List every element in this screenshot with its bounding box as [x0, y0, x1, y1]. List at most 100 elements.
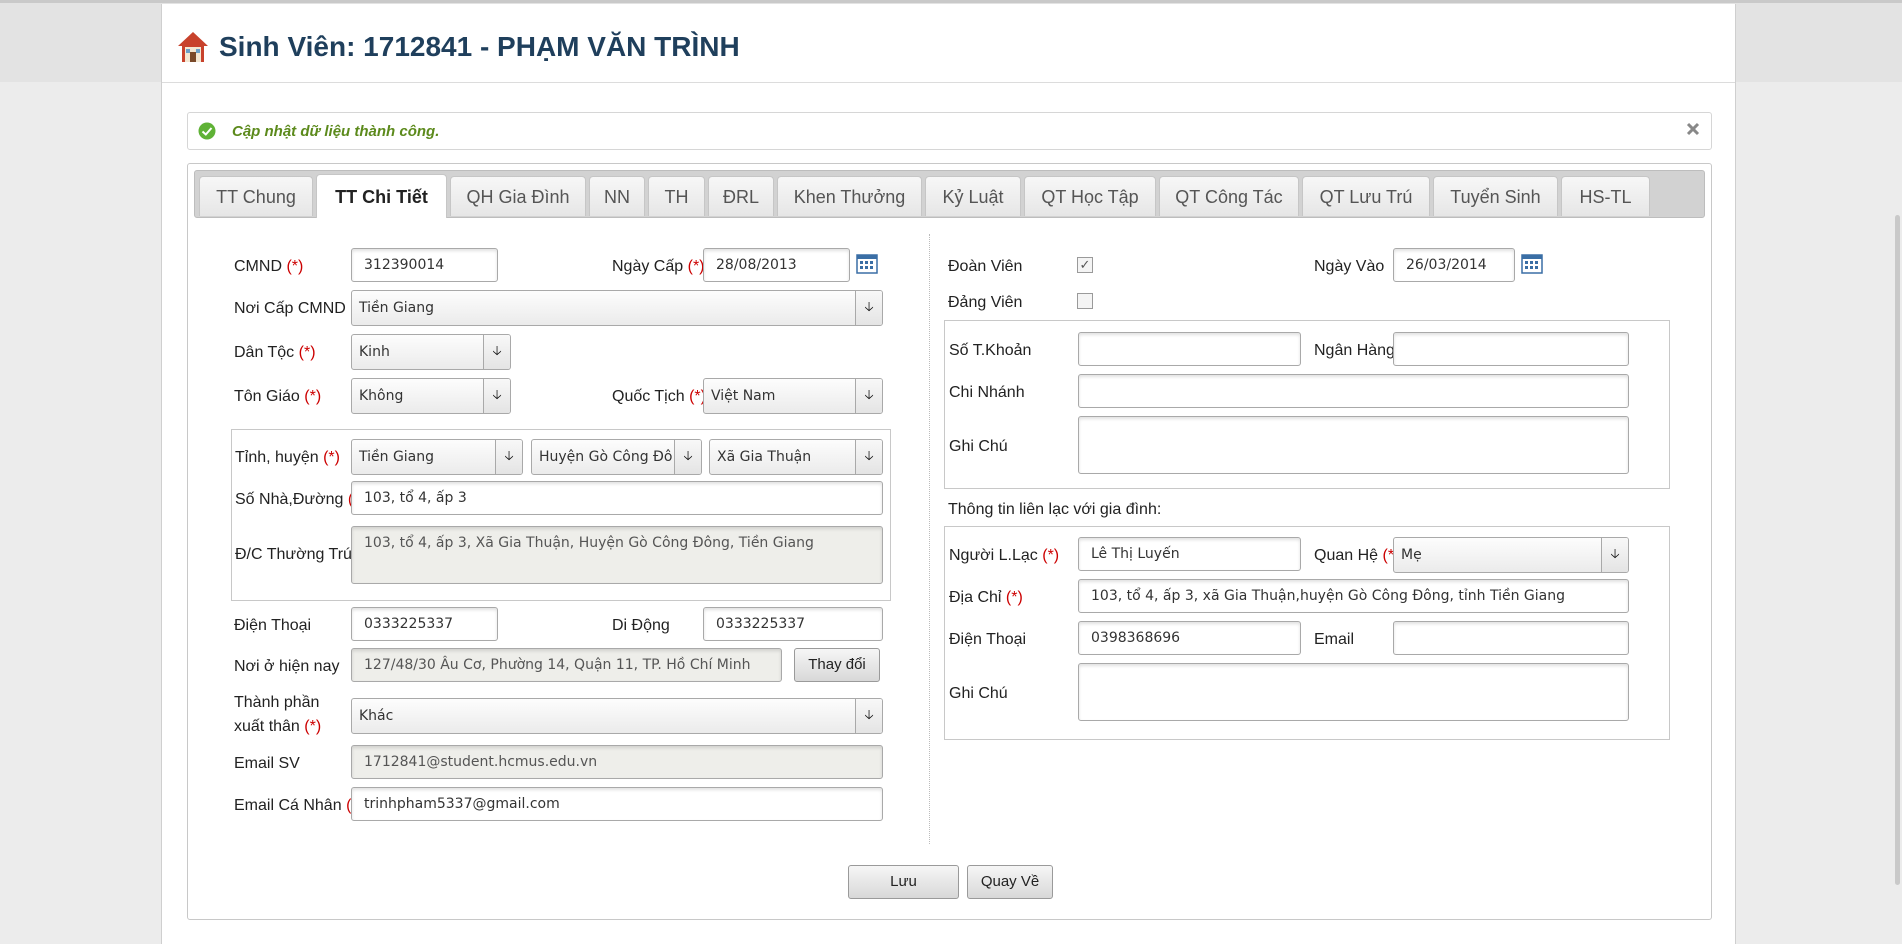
dropdown-arrow-icon: 🡣: [855, 440, 882, 474]
family-contact-heading: Thông tin liên lạc với gia đình:: [948, 501, 1162, 518]
tinh-select[interactable]: Tiền Giang 🡣: [351, 439, 523, 475]
noi-cap-label: Nơi Cấp CMND (*): [234, 300, 367, 317]
dropdown-arrow-icon: 🡣: [855, 699, 882, 733]
thanh-phan-label-line1: Thành phần: [234, 694, 320, 711]
page-header: Sinh Viên: 1712841 - PHẠM VĂN TRÌNH: [162, 4, 1735, 83]
dien-thoai-gd-input[interactable]: 0398368696: [1078, 621, 1301, 655]
ton-giao-label: Tôn Giáo (*): [234, 388, 322, 405]
dropdown-arrow-icon: 🡣: [483, 335, 510, 369]
ngay-cap-input[interactable]: 28/08/2013: [703, 248, 850, 282]
email-cn-label: Email Cá Nhân (*): [234, 797, 363, 814]
ghi-chu-textarea[interactable]: [1078, 416, 1629, 474]
tab-hs-tl[interactable]: HS-TL: [1561, 176, 1650, 216]
dia-chi-label: Địa Chỉ (*): [949, 589, 1023, 606]
dien-thoai-input[interactable]: 0333225337: [351, 607, 498, 641]
close-icon[interactable]: [1685, 121, 1701, 137]
di-dong-input[interactable]: 0333225337: [703, 607, 883, 641]
email-cn-input[interactable]: trinhpham5337@gmail.com: [351, 787, 883, 821]
back-button[interactable]: Quay Về: [967, 865, 1053, 899]
ngan-hang-label: Ngân Hàng: [1314, 342, 1395, 359]
dropdown-arrow-icon: 🡣: [483, 379, 510, 413]
doan-vien-checkbox[interactable]: ✓: [1077, 257, 1093, 273]
thanh-phan-label-line2: xuất thân (*): [234, 718, 322, 735]
nguoi-lien-lac-label: Người L.Lạc (*): [949, 547, 1060, 564]
alert-message: Cập nhật dữ liệu thành công.: [232, 123, 440, 140]
doan-vien-label: Đoàn Viên: [948, 258, 1023, 275]
dang-vien-label: Đảng Viên: [948, 294, 1023, 311]
page-title: Sinh Viên: 1712841 - PHẠM VĂN TRÌNH: [219, 31, 740, 62]
huyen-select[interactable]: Huyện Gò Công Đô 🡣: [531, 439, 702, 475]
so-tk-input[interactable]: [1078, 332, 1301, 366]
di-dong-label: Di Động: [612, 617, 670, 634]
ghi-chu-gd-label: Ghi Chú: [949, 685, 1008, 702]
dropdown-arrow-icon: 🡣: [674, 440, 701, 474]
tab-qh-gia-dinh[interactable]: QH Gia Đình: [450, 176, 586, 216]
dia-chi-input[interactable]: 103, tổ 4, ấp 3, xã Gia Thuận,huyện Gò C…: [1078, 579, 1629, 613]
dien-thoai-label: Điện Thoại: [234, 617, 312, 634]
dropdown-arrow-icon: 🡣: [855, 291, 882, 325]
so-nha-label: Số Nhà,Đường (*): [235, 491, 365, 508]
tab-nn[interactable]: NN: [589, 176, 645, 216]
chi-nhanh-input[interactable]: [1078, 374, 1629, 408]
quoc-tich-select[interactable]: Việt Nam 🡣: [703, 378, 883, 414]
dropdown-arrow-icon: 🡣: [855, 379, 882, 413]
ngay-vao-label: Ngày Vào: [1314, 258, 1385, 275]
ghi-chu-label: Ghi Chú: [949, 438, 1008, 455]
dc-thuong-tru-field: 103, tổ 4, ấp 3, Xã Gia Thuận, Huyện Gò …: [351, 526, 883, 584]
tab-ky-luat[interactable]: Kỷ Luật: [925, 176, 1021, 216]
tab-qt-luu-tru[interactable]: QT Lưu Trú: [1302, 176, 1430, 216]
tab-qt-cong-tac[interactable]: QT Công Tác: [1159, 176, 1299, 216]
so-nha-input[interactable]: 103, tổ 4, ấp 3: [351, 481, 883, 515]
quoc-tich-label: Quốc Tịch (*): [612, 388, 706, 405]
save-button[interactable]: Lưu: [848, 865, 959, 899]
column-divider: [929, 234, 930, 844]
xa-select[interactable]: Xã Gia Thuận 🡣: [709, 439, 883, 475]
success-check-icon: [198, 122, 216, 140]
dan-toc-select[interactable]: Kinh 🡣: [351, 334, 511, 370]
quan-he-label: Quan Hệ (*): [1314, 547, 1400, 564]
ton-giao-select[interactable]: Không 🡣: [351, 378, 511, 414]
dc-thuong-tru-label: Đ/C Thường Trú: [235, 546, 352, 563]
calendar-icon[interactable]: [856, 252, 878, 274]
noi-cap-select[interactable]: Tiền Giang 🡣: [351, 290, 883, 326]
calendar-icon[interactable]: [1521, 252, 1543, 274]
noi-o-field: 127/48/30 Âu Cơ, Phường 14, Quận 11, TP.…: [351, 648, 782, 682]
thanh-phan-select[interactable]: Khác 🡣: [351, 698, 883, 734]
success-alert: Cập nhật dữ liệu thành công.: [187, 112, 1712, 150]
nguoi-lien-lac-input[interactable]: Lê Thị Luyến: [1078, 537, 1301, 571]
top-line: [0, 0, 1902, 3]
quan-he-select[interactable]: Mẹ 🡣: [1393, 537, 1629, 573]
so-tk-label: Số T.Khoản: [949, 342, 1032, 359]
email-gd-input[interactable]: [1393, 621, 1629, 655]
dan-toc-label: Dân Tộc (*): [234, 344, 316, 361]
email-sv-field: 1712841@student.hcmus.edu.vn: [351, 745, 883, 779]
tab-bar: TT Chung TT Chi Tiết QH Gia Đình NN TH Đ…: [194, 170, 1705, 218]
cmnd-input[interactable]: 312390014: [351, 248, 498, 282]
ngan-hang-input[interactable]: [1393, 332, 1629, 366]
tab-tuyen-sinh[interactable]: Tuyển Sinh: [1433, 176, 1558, 216]
tab-th[interactable]: TH: [648, 176, 705, 216]
student-detail-panel: TT Chung TT Chi Tiết QH Gia Đình NN TH Đ…: [187, 163, 1712, 920]
dien-thoai-gd-label: Điện Thoại: [949, 631, 1027, 648]
change-address-button[interactable]: Thay đổi: [794, 648, 880, 682]
email-sv-label: Email SV: [234, 755, 300, 772]
scrollbar[interactable]: [1895, 215, 1900, 885]
page-container: Sinh Viên: 1712841 - PHẠM VĂN TRÌNH Cập …: [161, 4, 1736, 944]
dropdown-arrow-icon: 🡣: [1601, 538, 1628, 572]
tinh-huyen-label: Tỉnh, huyện (*): [235, 449, 340, 466]
tab-tt-chung[interactable]: TT Chung: [199, 176, 313, 216]
noi-o-label: Nơi ở hiện nay: [234, 658, 340, 675]
tab-qt-hoc-tap[interactable]: QT Học Tập: [1024, 176, 1156, 216]
tab-drl[interactable]: ĐRL: [708, 176, 774, 216]
dang-vien-checkbox[interactable]: [1077, 293, 1093, 309]
chi-nhanh-label: Chi Nhánh: [949, 384, 1025, 401]
cmnd-label: CMND (*): [234, 258, 304, 275]
tab-khen-thuong[interactable]: Khen Thưởng: [777, 176, 922, 216]
email-gd-label: Email: [1314, 631, 1355, 648]
ghi-chu-gd-textarea[interactable]: [1078, 663, 1629, 721]
home-icon: [178, 32, 208, 62]
ngay-cap-label: Ngày Cấp (*): [612, 258, 705, 275]
tab-tt-chi-tiet[interactable]: TT Chi Tiết: [316, 174, 447, 218]
ngay-vao-input[interactable]: 26/03/2014: [1393, 248, 1515, 282]
dropdown-arrow-icon: 🡣: [495, 440, 522, 474]
